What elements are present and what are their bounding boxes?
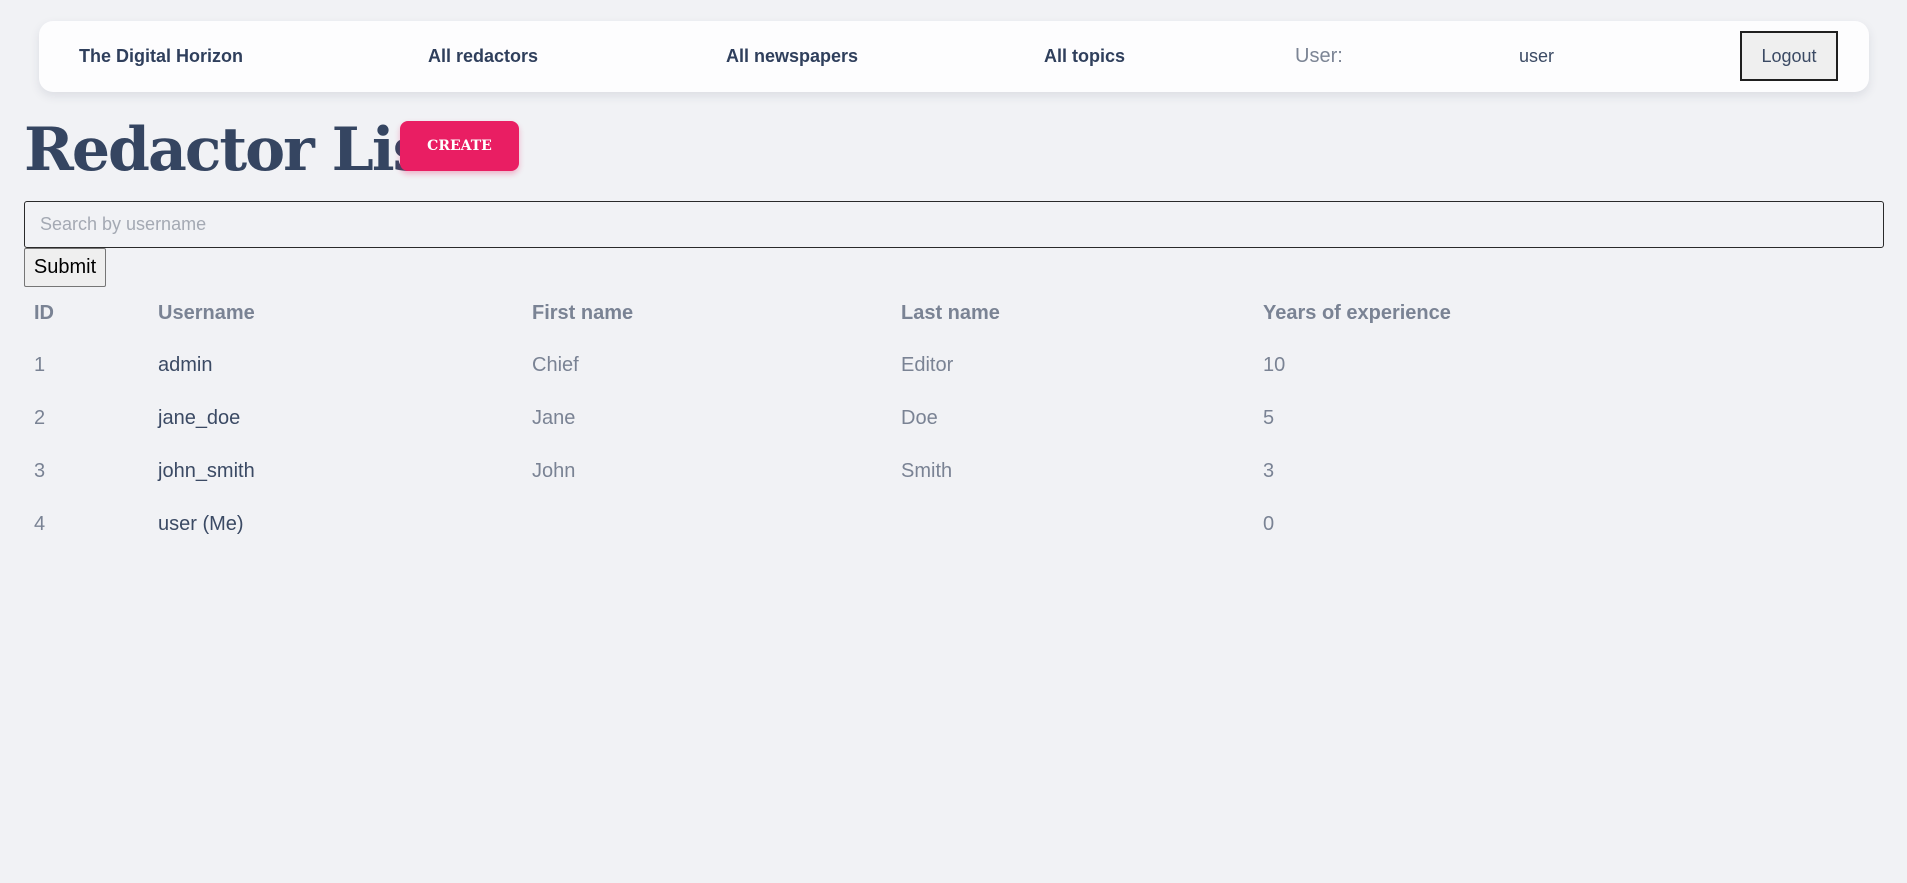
cell-last-name: Doe <box>901 407 938 429</box>
header-id[interactable]: ID <box>34 287 54 339</box>
cell-id: 4 <box>34 513 46 535</box>
table-row: 3 john_smith John Smith 3 <box>24 445 1884 498</box>
cell-username-link[interactable]: user (Me) <box>158 498 244 551</box>
page-title: Redactor List <box>24 115 452 185</box>
nav-link-all-redactors[interactable]: All redactors <box>428 21 538 92</box>
logout-button[interactable]: Logout <box>1740 31 1838 81</box>
create-button[interactable]: CREATE <box>400 121 519 171</box>
user-label: User: <box>1295 45 1343 67</box>
cell-first-name: Chief <box>532 354 579 376</box>
nav-link-all-newspapers[interactable]: All newspapers <box>726 21 858 92</box>
cell-username-link[interactable]: admin <box>158 339 212 392</box>
user-name[interactable]: user <box>1519 21 1554 92</box>
cell-years-of-experience: 3 <box>1263 460 1275 482</box>
cell-username-link[interactable]: john_smith <box>158 445 255 498</box>
nav-link-all-topics[interactable]: All topics <box>1044 21 1125 92</box>
table-row: 1 admin Chief Editor 10 <box>24 339 1884 392</box>
table-header-row: ID Username First name Last name Years o… <box>24 287 1884 339</box>
cell-years-of-experience: 0 <box>1263 513 1275 535</box>
cell-years-of-experience: 5 <box>1263 407 1275 429</box>
cell-years-of-experience: 10 <box>1263 354 1286 376</box>
table-row: 2 jane_doe Jane Doe 5 <box>24 392 1884 445</box>
cell-id: 3 <box>34 460 46 482</box>
cell-id: 2 <box>34 407 46 429</box>
cell-first-name: Jane <box>532 407 576 429</box>
brand-link[interactable]: The Digital Horizon <box>79 21 243 92</box>
header-years-of-experience[interactable]: Years of experience <box>1263 287 1451 339</box>
submit-button[interactable]: Submit <box>24 248 106 287</box>
header-username[interactable]: Username <box>158 287 255 339</box>
cell-username-link[interactable]: jane_doe <box>158 392 240 445</box>
cell-last-name: Editor <box>901 354 954 376</box>
cell-first-name: John <box>532 460 576 482</box>
table-row: 4 user (Me) 0 <box>24 498 1884 551</box>
redactor-table: ID Username First name Last name Years o… <box>24 287 1884 551</box>
header-last-name[interactable]: Last name <box>901 287 1000 339</box>
header-first-name[interactable]: First name <box>532 287 633 339</box>
cell-last-name: Smith <box>901 460 953 482</box>
top-navbar: The Digital Horizon All redactors All ne… <box>39 21 1869 92</box>
cell-id: 1 <box>34 354 46 376</box>
search-input[interactable] <box>24 201 1884 248</box>
